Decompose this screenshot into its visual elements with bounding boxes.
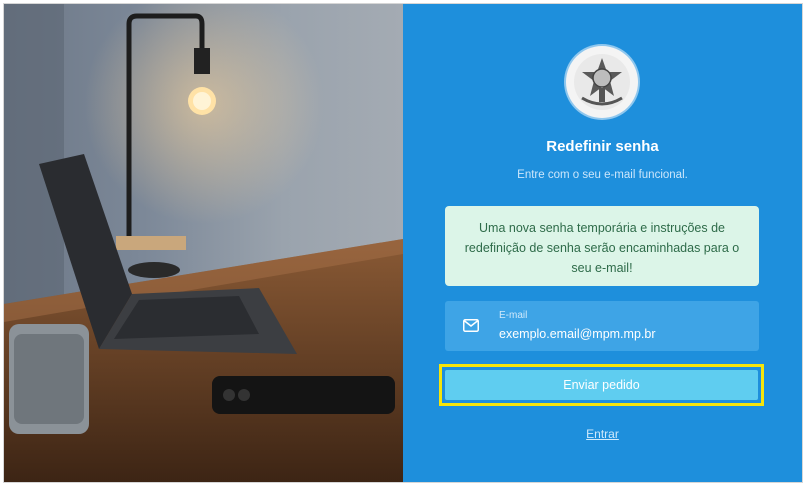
email-input[interactable] bbox=[499, 325, 749, 343]
send-request-button[interactable]: Enviar pedido bbox=[445, 370, 758, 400]
desk-photo bbox=[4, 4, 403, 482]
coat-of-arms-logo bbox=[566, 46, 638, 118]
submit-highlight: Enviar pedido bbox=[439, 364, 764, 406]
login-card: Redefinir senha Entre com o seu e-mail f… bbox=[3, 3, 803, 483]
page-title: Redefinir senha bbox=[546, 138, 659, 155]
page-subtitle: Entre com o seu e-mail funcional. bbox=[517, 169, 688, 181]
login-link[interactable]: Entrar bbox=[586, 427, 619, 441]
coat-of-arms-icon bbox=[574, 54, 630, 110]
mail-icon bbox=[463, 319, 479, 332]
email-label: E-mail bbox=[499, 310, 528, 321]
email-field[interactable]: E-mail bbox=[445, 301, 759, 351]
reset-password-panel: Redefinir senha Entre com o seu e-mail f… bbox=[403, 4, 802, 482]
info-alert: Uma nova senha temporária e instruções d… bbox=[445, 206, 759, 286]
login-link-row: Entrar bbox=[403, 425, 802, 443]
